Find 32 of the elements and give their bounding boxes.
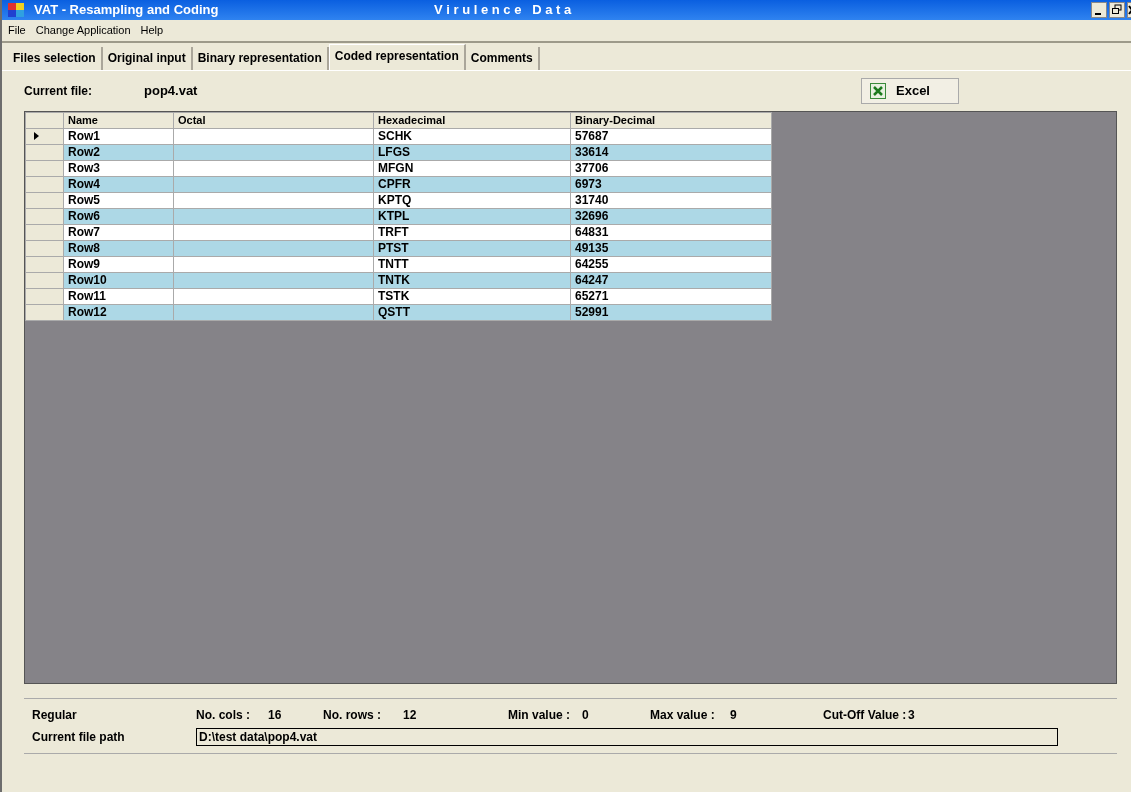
stat-value: 12 [403,706,418,724]
stat-value: 16 [268,706,283,724]
stat-value: 9 [730,706,738,724]
tab[interactable]: Coded representation [328,43,466,70]
excel-button[interactable]: Excel [861,77,959,104]
path-field[interactable]: D:\test data\pop4.vat [196,727,1058,746]
column-header[interactable]: Binary-Decimal [570,112,772,128]
stat-label: Max value : [650,706,716,724]
menu-item[interactable]: File [8,22,26,39]
mode-label: Regular [32,706,78,724]
minimize-icon[interactable] [1091,2,1107,18]
current-file-name: pop4.vat [144,81,198,100]
window-subtitle: V i r u l e n c e D a t a [434,1,572,20]
menu-item[interactable]: Help [140,22,164,39]
stat-value: 3 [908,706,916,724]
column-header[interactable]: Hexadecimal [373,112,571,128]
current-file-label: Current file: [24,82,93,100]
column-header[interactable]: Octal [173,112,374,128]
current-row-icon [34,132,39,140]
stat-label: Cut-Off Value : [823,706,908,724]
stat-value: 0 [582,706,590,724]
spreadsheet-icon [870,82,886,99]
stat-label: No. rows : [323,706,382,724]
window-title: VAT - Resampling and Coding [34,1,220,20]
stat-label: Min value : [508,706,571,724]
stat-label: No. cols : [196,706,251,724]
app-icon [8,3,24,17]
restore-icon[interactable] [1109,2,1125,18]
row-header-corner [25,112,64,128]
path-label: Current file path [32,728,126,746]
column-header[interactable]: Name [63,112,174,128]
menu-item[interactable]: Change Application [35,22,131,39]
